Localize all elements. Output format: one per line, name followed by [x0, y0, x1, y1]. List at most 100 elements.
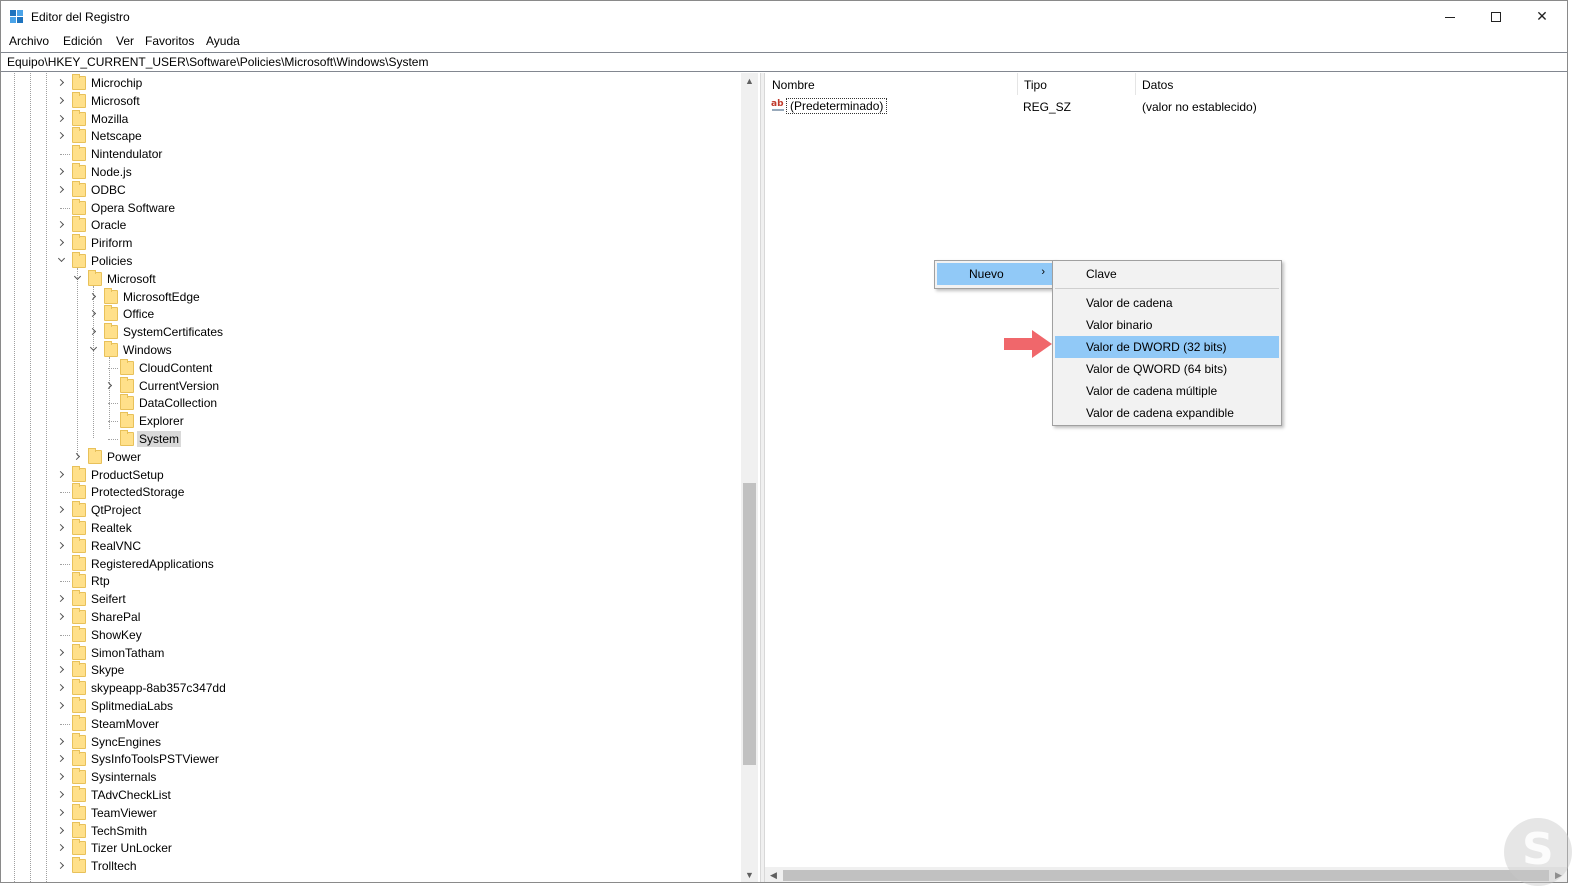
tree-item-explorer[interactable]: Explorer: [1, 412, 741, 430]
tree-item-opera-software[interactable]: Opera Software: [1, 198, 741, 217]
tree-item-teamviewer[interactable]: TeamViewer: [1, 803, 741, 822]
values-list-pane[interactable]: Nombre Tipo Datos ab (Predeterminado) RE…: [765, 73, 1567, 882]
chevron-right-icon[interactable]: [56, 114, 66, 123]
chevron-right-icon[interactable]: [56, 167, 66, 176]
tree-item-showkey[interactable]: ShowKey: [1, 625, 741, 644]
scroll-left-icon[interactable]: ◀: [765, 867, 782, 882]
chevron-right-icon[interactable]: [56, 505, 66, 514]
tree-item-trolltech[interactable]: Trolltech: [1, 857, 741, 875]
chevron-right-icon[interactable]: [56, 648, 66, 657]
submenu-item-clave[interactable]: Clave: [1055, 263, 1279, 285]
chevron-down-icon[interactable]: [73, 272, 82, 283]
chevron-right-icon[interactable]: [56, 861, 66, 870]
tree-item-steammover[interactable]: SteamMover: [1, 714, 741, 733]
chevron-right-icon[interactable]: [56, 523, 66, 532]
tree-item-microsoft[interactable]: Microsoft: [1, 91, 741, 110]
chevron-right-icon[interactable]: [56, 612, 66, 621]
tree-item-netscape[interactable]: Netscape: [1, 127, 741, 145]
tree-item-currentversion[interactable]: CurrentVersion: [1, 376, 741, 395]
tree-item-tadvchecklist[interactable]: TAdvCheckList: [1, 786, 741, 804]
chevron-right-icon[interactable]: [56, 665, 66, 674]
chevron-right-icon[interactable]: [88, 309, 98, 318]
tree-item-protectedstorage[interactable]: ProtectedStorage: [1, 483, 741, 501]
chevron-right-icon[interactable]: [56, 185, 66, 194]
chevron-right-icon[interactable]: [56, 772, 66, 781]
tree-item-splitmedialabs[interactable]: SplitmediaLabs: [1, 697, 741, 715]
column-separator[interactable]: [1017, 73, 1018, 95]
tree-item-microchip[interactable]: Microchip: [1, 74, 741, 92]
tree-item-office[interactable]: Office: [1, 305, 741, 323]
submenu-item-valor-de-cadena-m-ltiple[interactable]: Valor de cadena múltiple: [1055, 380, 1279, 402]
chevron-right-icon[interactable]: [56, 470, 66, 479]
menu-edicion[interactable]: Edición: [63, 34, 102, 48]
chevron-right-icon[interactable]: [56, 790, 66, 799]
chevron-right-icon[interactable]: [56, 701, 66, 710]
chevron-right-icon[interactable]: [56, 594, 66, 603]
tree-item-realvnc[interactable]: RealVNC: [1, 536, 741, 555]
tree-item-skypeapp-8ab357c347dd[interactable]: skypeapp-8ab357c347dd: [1, 679, 741, 697]
chevron-right-icon[interactable]: [56, 737, 66, 746]
submenu-item-valor-de-dword-32-bits[interactable]: Valor de DWORD (32 bits): [1055, 336, 1279, 358]
menu-archivo[interactable]: Archivo: [9, 34, 49, 48]
tree-item-nintendulator[interactable]: Nintendulator: [1, 145, 741, 163]
tree-item-cloudcontent[interactable]: CloudContent: [1, 358, 741, 377]
title-bar[interactable]: Editor del Registro ✕: [1, 1, 1567, 31]
tree-item-syncengines[interactable]: SyncEngines: [1, 732, 741, 751]
tree-item-node-js[interactable]: Node.js: [1, 163, 741, 181]
chevron-right-icon[interactable]: [56, 96, 66, 105]
tree-item-piriform[interactable]: Piriform: [1, 234, 741, 252]
tree-item-policies[interactable]: Policies: [1, 252, 741, 270]
chevron-right-icon[interactable]: [56, 826, 66, 835]
chevron-right-icon[interactable]: [56, 220, 66, 229]
tree-item-microsoftedge[interactable]: MicrosoftEdge: [1, 287, 741, 306]
tree-item-realtek[interactable]: Realtek: [1, 519, 741, 537]
menu-ayuda[interactable]: Ayuda: [206, 34, 240, 48]
tree-item-systemcertificates[interactable]: SystemCertificates: [1, 323, 741, 341]
chevron-right-icon[interactable]: [88, 292, 98, 301]
chevron-right-icon[interactable]: [56, 808, 66, 817]
chevron-right-icon[interactable]: [56, 683, 66, 692]
tree-vertical-scrollbar[interactable]: ▲ ▼: [741, 73, 758, 882]
tree-item-simontatham[interactable]: SimonTatham: [1, 643, 741, 662]
tree-item-datacollection[interactable]: DataCollection: [1, 394, 741, 412]
tree-item-tizer-unlocker[interactable]: Tizer UnLocker: [1, 839, 741, 857]
chevron-right-icon[interactable]: [56, 843, 66, 852]
scroll-up-icon[interactable]: ▲: [741, 73, 758, 90]
chevron-right-icon[interactable]: [72, 452, 82, 461]
tree-item-power[interactable]: Power: [1, 447, 741, 466]
submenu-item-valor-de-qword-64-bits[interactable]: Valor de QWORD (64 bits): [1055, 358, 1279, 380]
tree-item-system[interactable]: System: [1, 430, 741, 448]
scroll-down-icon[interactable]: ▼: [741, 867, 758, 882]
tree-item-mozilla[interactable]: Mozilla: [1, 109, 741, 128]
tree-item-sysinternals[interactable]: Sysinternals: [1, 768, 741, 786]
column-datos[interactable]: Datos: [1142, 78, 1173, 92]
list-scroll-thumb[interactable]: [783, 870, 1549, 881]
tree-item-qtproject[interactable]: QtProject: [1, 501, 741, 519]
maximize-button[interactable]: [1473, 1, 1519, 31]
address-bar[interactable]: Equipo\HKEY_CURRENT_USER\Software\Polici…: [1, 52, 1567, 72]
chevron-right-icon[interactable]: [88, 327, 98, 336]
tree-item-rtp[interactable]: Rtp: [1, 572, 741, 590]
minimize-button[interactable]: [1427, 1, 1473, 31]
chevron-right-icon[interactable]: [56, 238, 66, 247]
chevron-down-icon[interactable]: [89, 343, 98, 354]
tree-item-registeredapplications[interactable]: RegisteredApplications: [1, 554, 741, 573]
chevron-right-icon[interactable]: [56, 131, 66, 140]
submenu-item-valor-de-cadena[interactable]: Valor de cadena: [1055, 292, 1279, 314]
value-row[interactable]: ab (Predeterminado) REG_SZ (valor no est…: [765, 97, 1567, 115]
key-tree-pane[interactable]: Microchip Microsoft Mozilla Netscape Nintend…: [1, 73, 760, 882]
chevron-right-icon[interactable]: [56, 78, 66, 87]
tree-item-sharepal[interactable]: SharePal: [1, 608, 741, 626]
menu-favoritos[interactable]: Favoritos: [145, 34, 194, 48]
column-separator[interactable]: [1135, 73, 1136, 95]
chevron-right-icon[interactable]: [56, 754, 66, 763]
chevron-down-icon[interactable]: [57, 254, 66, 265]
chevron-right-icon[interactable]: [104, 381, 114, 390]
tree-scroll-thumb[interactable]: [743, 483, 756, 765]
close-button[interactable]: ✕: [1519, 1, 1565, 31]
tree-item-sysinfotoolspstviewer[interactable]: SysInfoToolsPSTViewer: [1, 750, 741, 768]
chevron-right-icon[interactable]: [56, 541, 66, 550]
tree-item-productsetup[interactable]: ProductSetup: [1, 465, 741, 484]
menu-ver[interactable]: Ver: [116, 34, 134, 48]
submenu-item-valor-binario[interactable]: Valor binario: [1055, 314, 1279, 336]
